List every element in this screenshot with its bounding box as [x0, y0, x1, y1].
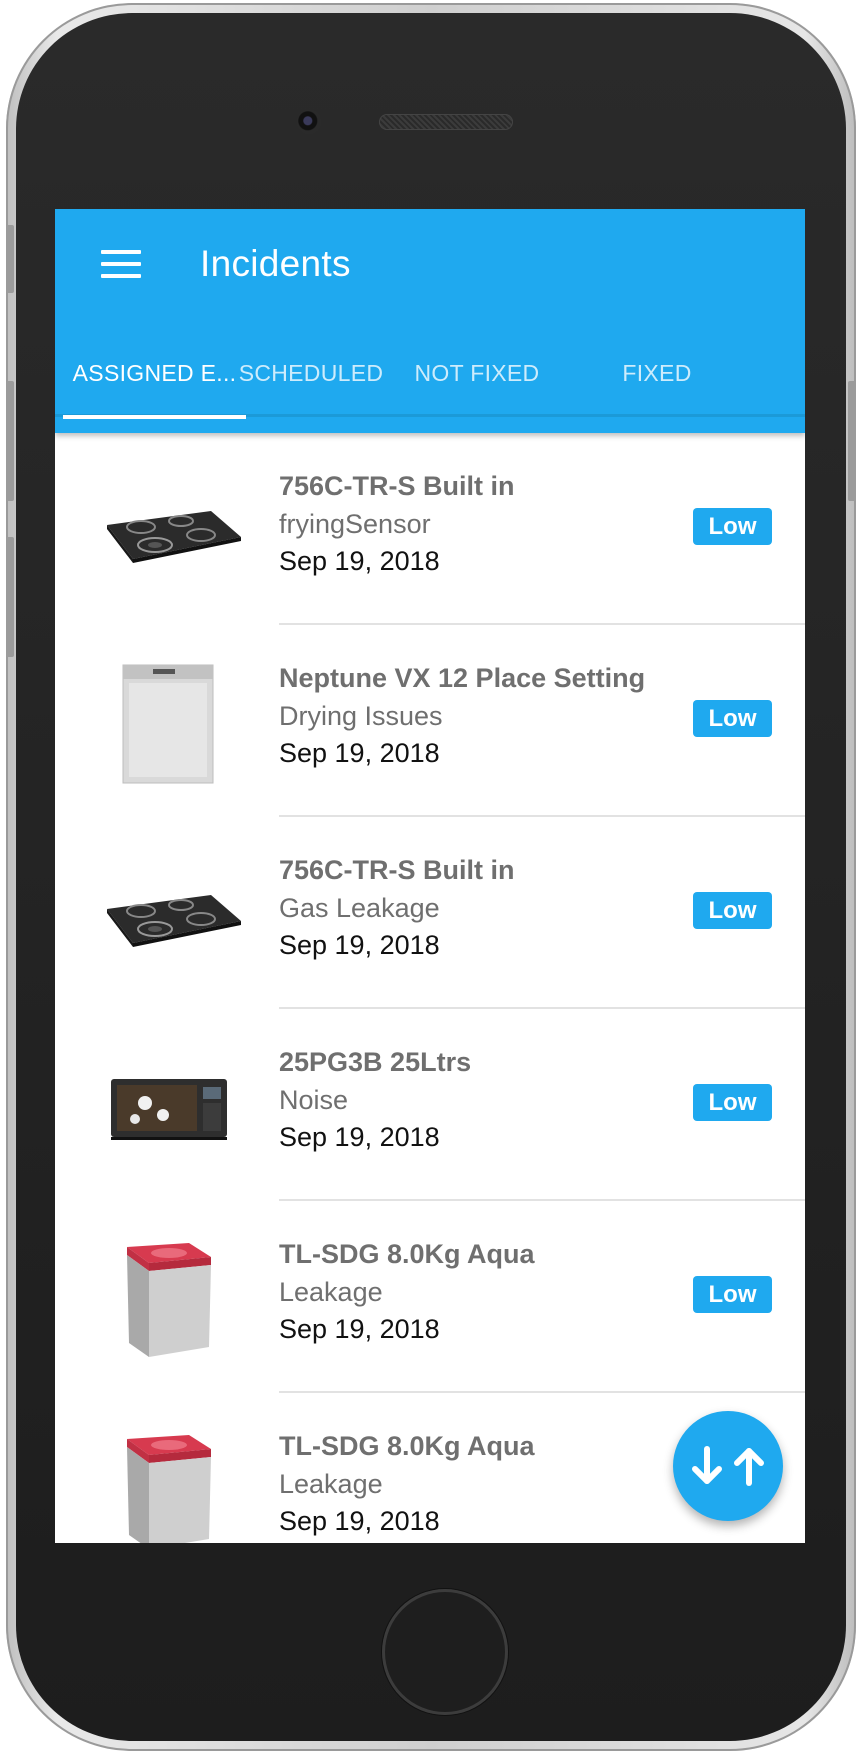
- incident-row[interactable]: Neptune VX 12 Place Setting Drying Issue…: [55, 625, 805, 817]
- gas-hob-image: [107, 895, 241, 947]
- page-title: Incidents: [200, 243, 351, 284]
- incident-row[interactable]: TL-SDG 8.0Kg Aqua Leakage Sep 19, 2018 L…: [55, 1201, 805, 1393]
- product-name: 756C-TR-S Built in: [279, 471, 515, 501]
- incident-list: 756C-TR-S Built in fryingSensor Sep 19, …: [55, 433, 805, 1543]
- product-name: 25PG3B 25Ltrs: [279, 1047, 472, 1077]
- incident-date: Sep 19, 2018: [279, 1314, 440, 1344]
- incident-date: Sep 19, 2018: [279, 738, 440, 768]
- incident-row[interactable]: 756C-TR-S Built in fryingSensor Sep 19, …: [55, 433, 805, 625]
- incident-date: Sep 19, 2018: [279, 930, 440, 960]
- incident-date: Sep 19, 2018: [279, 1506, 440, 1536]
- washing-machine-image: [127, 1243, 211, 1357]
- tab-not-fixed[interactable]: NOT FIXED: [402, 333, 552, 425]
- gas-hob-image: [107, 511, 241, 563]
- priority-badge: Low: [693, 508, 772, 545]
- issue-label: Gas Leakage: [279, 893, 440, 923]
- volume-up-button: [6, 381, 14, 501]
- product-name: TL-SDG 8.0Kg Aqua: [279, 1239, 535, 1269]
- incident-date: Sep 19, 2018: [279, 546, 440, 576]
- earpiece-speaker: [379, 114, 513, 130]
- product-name: 756C-TR-S Built in: [279, 855, 515, 885]
- incident-row[interactable]: 756C-TR-S Built in Gas Leakage Sep 19, 2…: [55, 817, 805, 1009]
- issue-label: Noise: [279, 1085, 349, 1115]
- issue-label: Leakage: [279, 1469, 383, 1499]
- volume-down-button: [6, 537, 14, 657]
- issue-label: Leakage: [279, 1277, 383, 1307]
- home-button[interactable]: [382, 1589, 508, 1715]
- sort-arrows-icon: [692, 1446, 764, 1486]
- tab-scheduled[interactable]: SCHEDULED: [236, 333, 386, 425]
- app-screen: Incidents ASSIGNED E... SCHEDULED NOT FI…: [55, 209, 805, 1543]
- active-tab-indicator: [63, 415, 246, 419]
- product-name: TL-SDG 8.0Kg Aqua: [279, 1431, 535, 1461]
- dishwasher-image: [122, 664, 214, 784]
- app-bar: Incidents ASSIGNED E... SCHEDULED NOT FI…: [55, 209, 805, 433]
- washing-machine-image: [127, 1435, 211, 1543]
- sort-fab-button[interactable]: [673, 1411, 783, 1521]
- issue-label: fryingSensor: [279, 509, 431, 539]
- power-button: [848, 381, 856, 501]
- priority-badge: Low: [693, 1276, 772, 1313]
- product-name: Neptune VX 12 Place Setting: [279, 663, 646, 693]
- front-camera: [297, 110, 321, 134]
- mute-switch: [6, 225, 14, 293]
- priority-badge: Low: [693, 1084, 772, 1121]
- tab-assigned[interactable]: ASSIGNED E...: [63, 333, 246, 425]
- priority-badge: Low: [693, 892, 772, 929]
- tab-bar: ASSIGNED E... SCHEDULED NOT FIXED FIXED: [55, 333, 805, 425]
- microwave-image: [111, 1079, 227, 1140]
- issue-label: Drying Issues: [279, 701, 443, 731]
- incident-date: Sep 19, 2018: [279, 1122, 440, 1152]
- incident-row[interactable]: 25PG3B 25Ltrs Noise Sep 19, 2018 Low: [55, 1009, 805, 1201]
- hamburger-menu-icon[interactable]: [101, 247, 141, 281]
- priority-badge: Low: [693, 700, 772, 737]
- tab-fixed[interactable]: FIXED: [582, 333, 732, 425]
